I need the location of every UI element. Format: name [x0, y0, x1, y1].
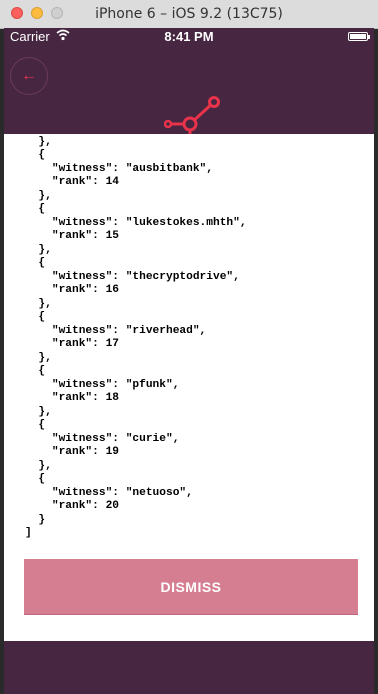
- simulator-titlebar: iPhone 6 – iOS 9.2 (13C75): [0, 0, 378, 29]
- window-title: iPhone 6 – iOS 9.2 (13C75): [95, 6, 283, 22]
- back-button[interactable]: ←: [10, 57, 48, 95]
- iphone-screen: Carrier 8:41 PM ← "rank": 13 }, { "witne…: [4, 28, 374, 694]
- dismiss-button[interactable]: DISMISS: [24, 559, 358, 615]
- result-card: "rank": 13 }, { "witness": "ausbitbank",…: [4, 134, 374, 641]
- status-time: 8:41 PM: [164, 29, 214, 44]
- battery-icon: [348, 32, 370, 41]
- json-output: "rank": 13 }, { "witness": "ausbitbank",…: [25, 135, 247, 540]
- status-bar: Carrier 8:41 PM: [4, 28, 374, 48]
- back-arrow-icon: ←: [21, 67, 37, 84]
